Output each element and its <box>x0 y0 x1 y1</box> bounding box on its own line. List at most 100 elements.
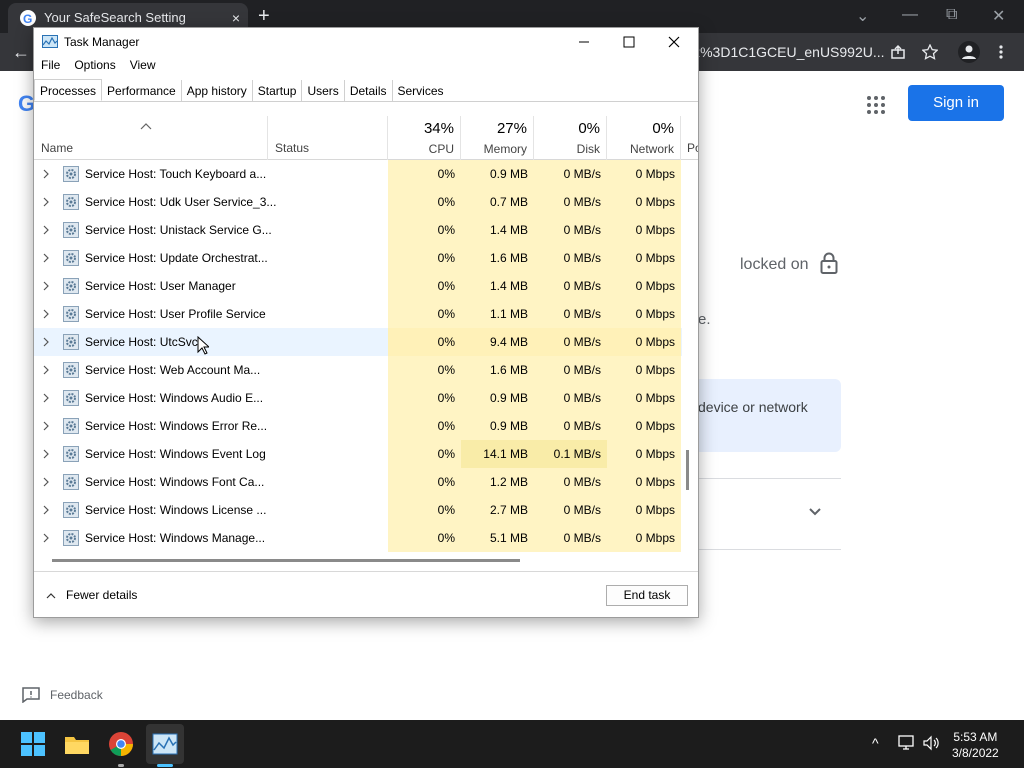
process-cpu-cell: 0% <box>388 468 461 496</box>
expand-chevron-icon[interactable] <box>42 197 50 207</box>
expand-chevron-icon[interactable] <box>42 477 50 487</box>
fewer-details-button[interactable]: Fewer details <box>46 588 137 602</box>
service-gear-icon <box>63 530 79 546</box>
sign-in-button[interactable]: Sign in <box>908 85 1004 121</box>
locked-on-text: locked on <box>740 256 809 273</box>
share-icon[interactable] <box>890 44 906 60</box>
column-header-cpu[interactable]: 34% CPU <box>388 116 461 160</box>
tab-services[interactable]: Services <box>393 80 449 101</box>
process-name: Service Host: Update Orchestrat... <box>85 251 268 265</box>
column-header-memory[interactable]: 27% Memory <box>461 116 534 160</box>
expand-chevron-icon[interactable] <box>42 169 50 179</box>
service-gear-icon <box>63 418 79 434</box>
process-row[interactable]: Service Host: Windows Manage... 0% 5.1 MB 0… <box>34 524 682 552</box>
clock[interactable]: 5:53 AM 3/8/2022 <box>952 729 999 761</box>
bookmark-star-icon[interactable] <box>922 44 938 60</box>
process-row[interactable]: Service Host: Windows Font Ca... 0% 1.2 MB… <box>34 468 682 496</box>
maximize-button[interactable] <box>619 34 639 50</box>
tab-users[interactable]: Users <box>302 80 345 101</box>
column-header-network[interactable]: 0% Network <box>607 116 681 160</box>
task-manager-titlebar[interactable]: Task Manager <box>34 28 698 56</box>
more-menu-icon[interactable] <box>998 44 1004 60</box>
vertical-scrollbar[interactable] <box>686 450 689 490</box>
file-explorer-icon[interactable] <box>64 731 90 757</box>
network-icon[interactable] <box>898 735 916 751</box>
column-header-disk[interactable]: 0% Disk <box>534 116 607 160</box>
process-disk-cell: 0 MB/s <box>534 188 607 216</box>
task-manager-footer: Fewer details End task <box>34 571 698 617</box>
process-row[interactable]: Service Host: Windows Event Log 0% 14.1 MB… <box>34 440 682 468</box>
close-button[interactable] <box>664 34 684 50</box>
expand-chevron-icon[interactable] <box>42 225 50 235</box>
chrome-icon[interactable] <box>108 731 134 757</box>
process-row[interactable]: Service Host: Web Account Ma... 0% 1.6 MB 0… <box>34 356 682 384</box>
profile-avatar-icon[interactable] <box>958 41 980 63</box>
process-memory-cell: 0.9 MB <box>461 384 534 412</box>
expand-chevron-icon[interactable] <box>42 505 50 515</box>
menu-file[interactable]: File <box>34 58 67 78</box>
process-cpu-cell: 0% <box>388 244 461 272</box>
close-browser-button[interactable]: ✕ <box>992 6 1005 26</box>
tab-details[interactable]: Details <box>345 80 393 101</box>
service-gear-icon <box>63 390 79 406</box>
tab-processes[interactable]: Processes <box>34 79 103 101</box>
tab-search-icon[interactable]: ⌄ <box>856 6 869 26</box>
process-cpu-cell: 0% <box>388 384 461 412</box>
chevron-down-icon[interactable] <box>808 507 822 517</box>
tab-bar: Processes Performance App history Startu… <box>34 79 698 102</box>
process-disk-cell: 0 MB/s <box>534 300 607 328</box>
process-row[interactable]: Service Host: Unistack Service G... 0% 1.4… <box>34 216 682 244</box>
process-memory-cell: 9.4 MB <box>461 328 534 356</box>
expandable-section[interactable] <box>690 478 841 550</box>
expand-chevron-icon[interactable] <box>42 533 50 543</box>
expand-chevron-icon[interactable] <box>42 365 50 375</box>
process-disk-cell: 0 MB/s <box>534 244 607 272</box>
service-gear-icon <box>63 250 79 266</box>
tab-close-icon[interactable]: × <box>232 10 240 26</box>
expand-chevron-icon[interactable] <box>42 253 50 263</box>
column-header-power[interactable]: Po <box>681 116 698 160</box>
minimize-browser-button[interactable]: — <box>902 6 918 24</box>
tab-performance[interactable]: Performance <box>102 80 182 101</box>
column-header-name[interactable]: Name <box>34 116 268 160</box>
process-row[interactable]: Service Host: Udk User Service_3... 0% 0.7… <box>34 188 682 216</box>
process-network-cell: 0 Mbps <box>607 440 681 468</box>
expand-chevron-icon[interactable] <box>42 449 50 459</box>
tab-app-history[interactable]: App history <box>182 80 253 101</box>
back-button[interactable]: ← <box>12 42 30 63</box>
apps-grid-icon[interactable] <box>866 95 886 115</box>
new-tab-button[interactable]: + <box>258 5 270 28</box>
feedback-link[interactable]: Feedback <box>22 687 103 703</box>
expand-chevron-icon[interactable] <box>42 281 50 291</box>
power-header-label: Po <box>687 141 698 155</box>
expand-chevron-icon[interactable] <box>42 393 50 403</box>
tray-overflow-chevron-icon[interactable]: ^ <box>872 735 879 751</box>
process-row[interactable]: Service Host: User Profile Service 0% 1.1 … <box>34 300 682 328</box>
process-row[interactable]: Service Host: Windows Audio E... 0% 0.9 MB… <box>34 384 682 412</box>
menu-view[interactable]: View <box>123 58 163 78</box>
end-task-button[interactable]: End task <box>606 585 688 606</box>
expand-chevron-icon[interactable] <box>42 309 50 319</box>
menu-options[interactable]: Options <box>67 58 122 78</box>
fewer-details-label: Fewer details <box>66 588 138 602</box>
horizontal-scrollbar[interactable] <box>52 559 520 562</box>
process-row[interactable]: Service Host: Update Orchestrat... 0% 1.6 … <box>34 244 682 272</box>
process-row[interactable]: Service Host: Windows License ... 0% 2.7 M… <box>34 496 682 524</box>
process-row[interactable]: Service Host: User Manager 0% 1.4 MB 0 MB/s… <box>34 272 682 300</box>
column-header-status[interactable]: Status <box>268 116 388 160</box>
process-row[interactable]: Service Host: Touch Keyboard a... 0% 0.9 M… <box>34 160 682 188</box>
address-bar[interactable]: lz%3D1C1GCEU_enUS992U... <box>690 38 890 66</box>
volume-icon[interactable] <box>922 735 940 751</box>
process-disk-cell: 0 MB/s <box>534 468 607 496</box>
windows-start-icon[interactable] <box>20 731 46 757</box>
minimize-button[interactable] <box>574 34 594 50</box>
tab-startup[interactable]: Startup <box>253 80 303 101</box>
restore-browser-button[interactable]: ⧉ <box>946 6 957 24</box>
process-cpu-cell: 0% <box>388 524 461 552</box>
expand-chevron-icon[interactable] <box>42 337 50 347</box>
expand-chevron-icon[interactable] <box>42 421 50 431</box>
process-memory-cell: 14.1 MB <box>461 440 534 468</box>
process-row[interactable]: Service Host: UtcSvc 0% 9.4 MB 0 MB/s 0 Mbps <box>34 328 682 356</box>
process-row[interactable]: Service Host: Windows Error Re... 0% 0.9 M… <box>34 412 682 440</box>
task-manager-taskbar-icon[interactable] <box>152 731 178 757</box>
